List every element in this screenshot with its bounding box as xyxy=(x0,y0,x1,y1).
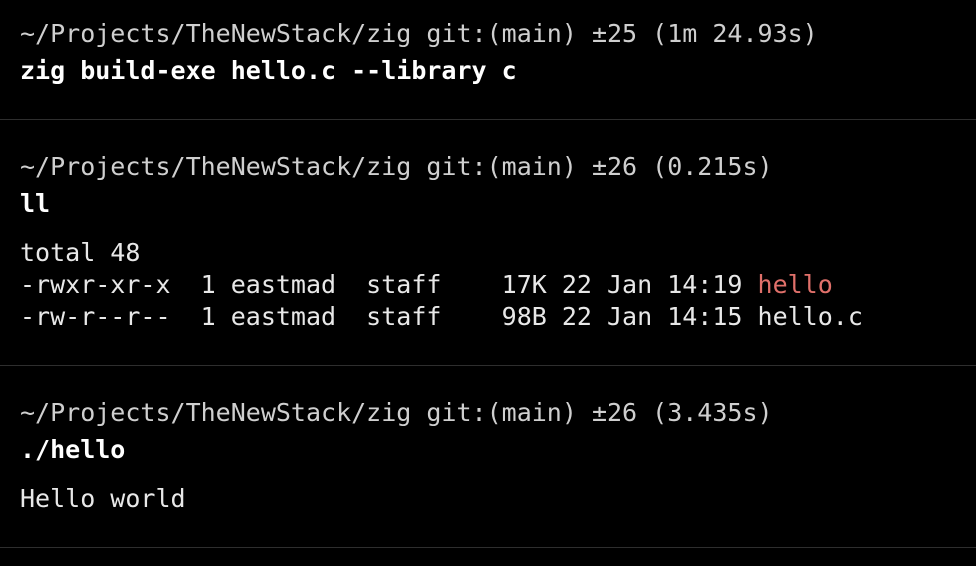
output-line-file-hello-c: -rw-r--r-- 1 eastmad staff 98B 22 Jan 14… xyxy=(20,302,863,331)
output-line-hello-world: Hello world xyxy=(20,484,186,513)
prompt-line: ~/Projects/TheNewStack/zig git:(main) ±2… xyxy=(20,19,818,48)
command-line: ./hello xyxy=(20,435,126,464)
file-listing-hello: -rwxr-xr-x 1 eastmad staff 17K 22 Jan 14… xyxy=(20,270,758,299)
prompt-line: ~/Projects/TheNewStack/zig git:(main) ±2… xyxy=(20,152,773,181)
command-line: zig build-exe hello.c --library c xyxy=(20,56,517,85)
block-divider xyxy=(0,547,976,548)
prompt-line: ~/Projects/TheNewStack/zig git:(main) ±2… xyxy=(20,398,773,427)
block-divider xyxy=(0,365,976,366)
command-line: ll xyxy=(20,189,51,218)
output-line-total: total 48 xyxy=(20,238,141,267)
block-divider xyxy=(0,119,976,120)
output-line-file-hello: -rwxr-xr-x 1 eastmad staff 17K 22 Jan 14… xyxy=(20,269,833,301)
executable-filename: hello xyxy=(757,270,833,299)
